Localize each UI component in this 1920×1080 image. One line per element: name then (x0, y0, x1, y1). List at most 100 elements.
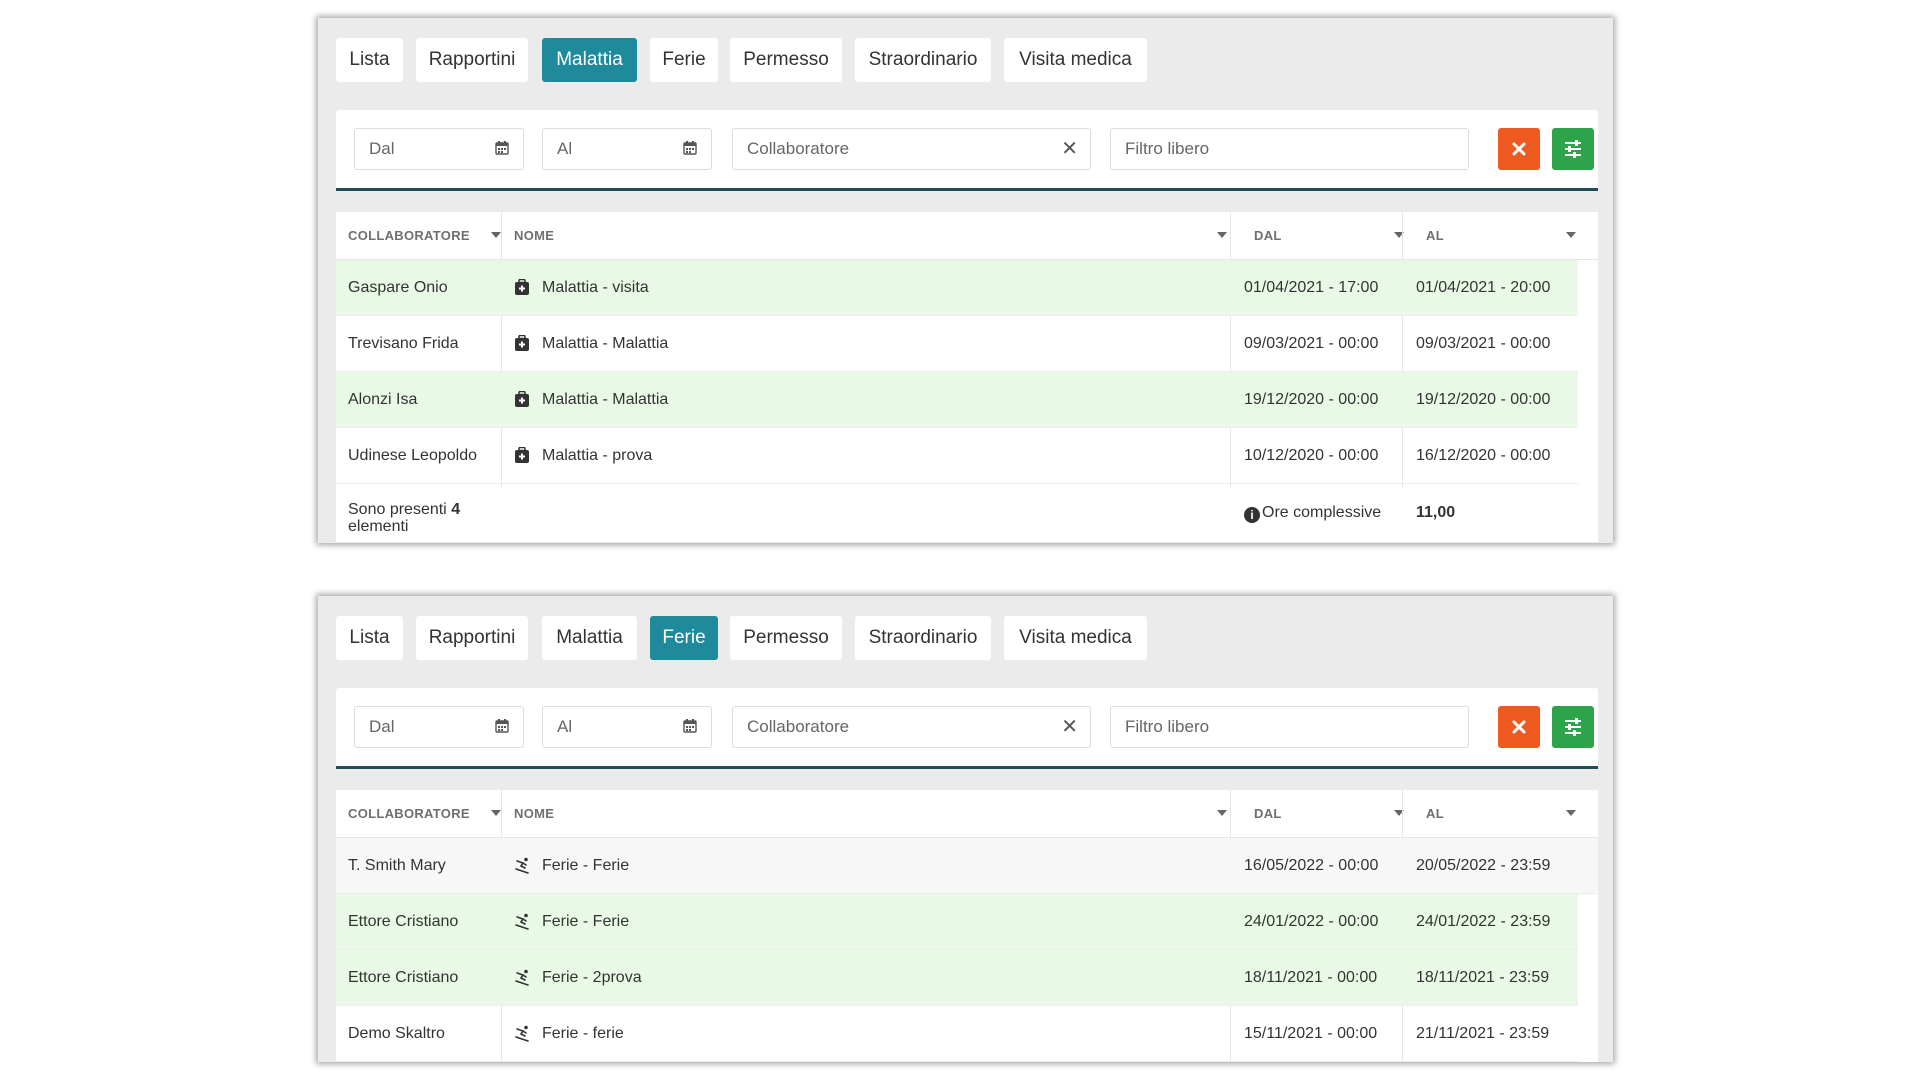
cell-collaboratore: Gaspare Onio (348, 279, 448, 296)
table-row[interactable]: Udinese Leopoldo Malattia - prova 10/12/… (336, 428, 1578, 484)
column-label: AL (1426, 806, 1444, 821)
cell-nome: Ferie - 2prova (542, 969, 642, 986)
table-row[interactable]: T. Smith Mary Ferie - Ferie 16/05/2022 -… (336, 838, 1598, 894)
column-header-al[interactable]: AL (1426, 212, 1576, 259)
table-row[interactable]: Alonzi Isa Malattia - Malattia 19/12/202… (336, 372, 1578, 428)
column-label: AL (1426, 228, 1444, 243)
column-header-dal[interactable]: DAL (1254, 212, 1404, 259)
tab-visita-medica[interactable]: Visita medica (1004, 38, 1147, 82)
cell-nome: Malattia - Malattia (542, 391, 669, 408)
tab-malattia[interactable]: Malattia (542, 616, 637, 660)
table-row[interactable]: Ettore Cristiano Ferie - 2prova 18/11/20… (336, 950, 1578, 1006)
table-row[interactable]: Gaspare Onio Malattia - visita 01/04/202… (336, 260, 1578, 316)
chevron-down-icon (491, 810, 501, 816)
collaboratore-placeholder: Collaboratore (747, 139, 850, 158)
filter-bar: Dal Al Collaboratore ✕ Filtro libero (336, 688, 1598, 769)
reset-filters-button[interactable] (1498, 706, 1540, 748)
filter-settings-button[interactable] (1552, 128, 1594, 170)
ferie-panel: Lista Rapportini Malattia Ferie Permesso… (318, 596, 1613, 1062)
tab-straordinario[interactable]: Straordinario (855, 38, 991, 82)
sliders-icon (1565, 718, 1581, 736)
table-footer: Sono presenti 4 elementi i Ore complessiv… (336, 485, 1578, 541)
medical-bag-icon (515, 279, 529, 295)
column-label: NOME (514, 806, 555, 821)
medical-bag-icon (515, 335, 529, 351)
cell-collaboratore: Demo Skaltro (348, 1025, 445, 1042)
calendar-icon[interactable] (683, 141, 697, 155)
cell-dal: 18/11/2021 - 00:00 (1244, 969, 1378, 986)
close-icon[interactable]: ✕ (1061, 707, 1078, 747)
column-header-collaboratore[interactable]: COLLABORATORE (348, 212, 501, 259)
tab-rapportini[interactable]: Rapportini (416, 616, 528, 660)
collaboratore-select[interactable]: Collaboratore ✕ (732, 128, 1091, 170)
close-icon (1512, 720, 1526, 734)
column-label: COLLABORATORE (348, 806, 470, 821)
tab-permesso[interactable]: Permesso (730, 38, 842, 82)
cell-nome: Ferie - Ferie (542, 857, 630, 874)
ferie-table: COLLABORATORE NOME DAL AL T. Smith Mary … (336, 790, 1598, 1062)
calendar-icon[interactable] (683, 719, 697, 733)
tab-ferie[interactable]: Ferie (650, 616, 718, 660)
cell-dal: 09/03/2021 - 00:00 (1244, 335, 1379, 352)
ore-label: Ore complessive (1262, 504, 1382, 521)
column-header-nome[interactable]: NOME (514, 212, 1234, 259)
calendar-icon[interactable] (495, 719, 509, 733)
cell-dal: 10/12/2020 - 00:00 (1244, 447, 1379, 464)
tab-lista[interactable]: Lista (336, 38, 403, 82)
chevron-down-icon (1217, 810, 1227, 816)
filter-bar: Dal Al Collaboratore ✕ Filtro libero (336, 110, 1598, 191)
column-header-collaboratore[interactable]: COLLABORATORE (348, 790, 501, 837)
date-from-field[interactable]: Dal (354, 706, 524, 748)
column-label: NOME (514, 228, 555, 243)
tab-straordinario[interactable]: Straordinario (855, 616, 991, 660)
cell-al: 21/11/2021 - 23:59 (1416, 1025, 1550, 1042)
column-label: DAL (1254, 228, 1282, 243)
chevron-down-icon (1566, 232, 1576, 238)
tab-visita-medica[interactable]: Visita medica (1004, 616, 1147, 660)
free-filter-input[interactable]: Filtro libero (1110, 128, 1469, 170)
table-header: COLLABORATORE NOME DAL AL (336, 790, 1598, 838)
cell-al: 01/04/2021 - 20:00 (1416, 279, 1551, 296)
free-filter-input[interactable]: Filtro libero (1110, 706, 1469, 748)
skiing-person-icon (515, 913, 529, 930)
column-header-dal[interactable]: DAL (1254, 790, 1404, 837)
tab-permesso[interactable]: Permesso (730, 616, 842, 660)
total-hours-value: 11,00 (1416, 504, 1456, 521)
malattia-table: COLLABORATORE NOME DAL AL Gaspare Onio M… (336, 212, 1598, 542)
cell-collaboratore: T. Smith Mary (348, 857, 446, 874)
count-suffix: elementi (348, 518, 409, 535)
column-header-al[interactable]: AL (1426, 790, 1576, 837)
close-icon (1512, 142, 1526, 156)
cell-dal: 19/12/2020 - 00:00 (1244, 391, 1379, 408)
cell-nome: Ferie - ferie (542, 1025, 624, 1042)
tab-lista[interactable]: Lista (336, 616, 403, 660)
column-header-nome[interactable]: NOME (514, 790, 1234, 837)
close-icon[interactable]: ✕ (1061, 129, 1078, 169)
calendar-icon[interactable] (495, 141, 509, 155)
tab-rapportini[interactable]: Rapportini (416, 38, 528, 82)
collaboratore-select[interactable]: Collaboratore ✕ (732, 706, 1091, 748)
medical-bag-icon (515, 391, 529, 407)
chevron-down-icon (1217, 232, 1227, 238)
cell-al: 09/03/2021 - 00:00 (1416, 335, 1551, 352)
table-row[interactable]: Trevisano Frida Malattia - Malattia 09/0… (336, 316, 1578, 372)
skiing-person-icon (515, 1025, 529, 1042)
date-to-field[interactable]: Al (542, 706, 712, 748)
collaboratore-placeholder: Collaboratore (747, 717, 850, 736)
table-row[interactable]: Ettore Cristiano Ferie - Ferie 24/01/202… (336, 894, 1578, 950)
tab-ferie[interactable]: Ferie (650, 38, 718, 82)
cell-dal: 16/05/2022 - 00:00 (1244, 857, 1379, 874)
info-icon[interactable]: i (1244, 507, 1260, 523)
date-from-field[interactable]: Dal (354, 128, 524, 170)
table-header: COLLABORATORE NOME DAL AL (336, 212, 1598, 260)
date-from-placeholder: Dal (369, 139, 395, 158)
filter-settings-button[interactable] (1552, 706, 1594, 748)
skiing-person-icon (515, 857, 529, 874)
tab-malattia[interactable]: Malattia (542, 38, 637, 82)
date-to-field[interactable]: Al (542, 128, 712, 170)
reset-filters-button[interactable] (1498, 128, 1540, 170)
cell-collaboratore: Alonzi Isa (348, 391, 418, 408)
cell-dal: 01/04/2021 - 17:00 (1244, 279, 1379, 296)
free-filter-placeholder: Filtro libero (1125, 139, 1210, 158)
table-row[interactable]: Demo Skaltro Ferie - ferie 15/11/2021 - … (336, 1006, 1578, 1062)
